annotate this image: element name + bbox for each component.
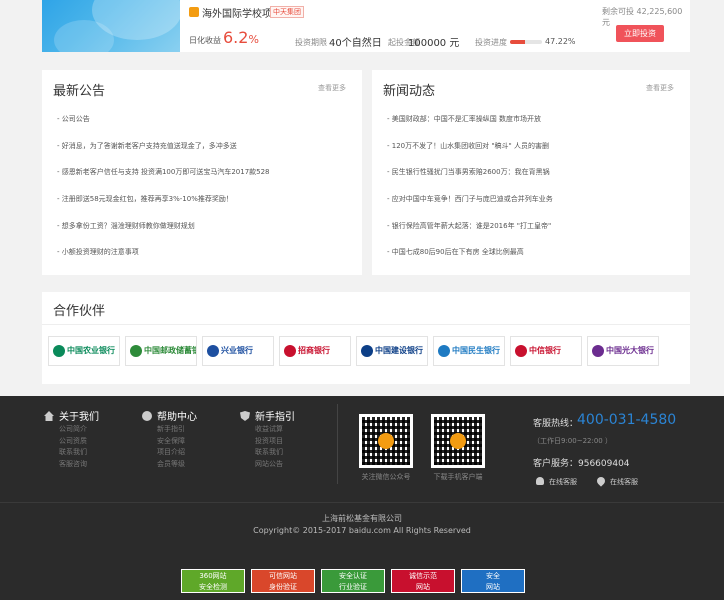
- trust-badges: 360网站 安全检测 可信网站 身份验证 安全认证 行业验证 诚信示范 网站 安全 网站: [181, 569, 531, 593]
- footer-about-title: 关于我们: [59, 412, 99, 423]
- rate-value: 6.2%: [223, 28, 259, 47]
- rate-label: 日化收益: [189, 36, 221, 45]
- app-qr-code: [431, 414, 485, 468]
- app-qr-label: 下载手机客户端: [433, 473, 483, 481]
- notice-item[interactable]: - 好消息，为了答谢新老客户支持充值送现金了，多冲多送: [57, 141, 270, 168]
- trust-badge[interactable]: 安全 网站: [461, 569, 525, 593]
- news-item[interactable]: - 银行保险高管年薪大起落：谁是2016年 "打工皇帝": [387, 221, 553, 248]
- location-pin-icon: [595, 475, 607, 487]
- online-service-link[interactable]: 在线客服: [595, 475, 638, 487]
- progress-value: 47.22%: [545, 37, 576, 46]
- notices-list: - 公司公告 - 好消息，为了答谢新老客户支持充值送现金了，多冲多送 - 感恩新…: [57, 114, 270, 274]
- trust-badge[interactable]: 360网站 安全检测: [181, 569, 245, 593]
- bank-emblem-icon: [361, 345, 373, 357]
- bank-emblem-icon: [284, 345, 296, 357]
- bank-emblem-icon: [438, 345, 450, 357]
- bank-emblem-icon: [515, 345, 527, 357]
- user-icon: [536, 477, 544, 485]
- footer-link[interactable]: 联系我们: [240, 447, 295, 459]
- news-more-link[interactable]: 查看更多: [646, 83, 674, 93]
- bank-emblem-icon: [130, 345, 142, 357]
- bank-emblem-icon: [207, 345, 219, 357]
- footer-link[interactable]: 网站公告: [240, 459, 295, 471]
- news-item[interactable]: - 应对中国中车竞争！西门子与庞巴迪或合并列车业务: [387, 194, 553, 221]
- footer-guide-title: 新手指引: [255, 412, 295, 423]
- partner-logo[interactable]: 中国光大银行: [587, 336, 659, 366]
- notices-title: 最新公告: [53, 84, 106, 99]
- footer-link[interactable]: 投资项目: [240, 436, 295, 448]
- term-label: 投资期限: [295, 38, 327, 47]
- footer-link[interactable]: 项目介绍: [142, 447, 197, 459]
- footer-link[interactable]: 收益试算: [240, 424, 295, 436]
- partner-logos: 中国农业银行中国邮政储蓄银行兴业银行招商银行中国建设银行中国民生银行中信银行中国…: [48, 336, 664, 366]
- footer-about: 关于我们 公司简介 公司资质 联系我们 客服咨询: [44, 408, 99, 470]
- wechat-qr-code: [359, 414, 413, 468]
- bank-emblem-icon: [592, 345, 604, 357]
- news-item[interactable]: - 美国财政部：中国不是汇率操纵国 数度市场开放: [387, 114, 553, 141]
- product-badge: 中天集团: [270, 6, 304, 18]
- amount-value: 100000 元: [408, 38, 460, 49]
- footer-link[interactable]: 联系我们: [44, 447, 99, 459]
- partner-logo[interactable]: 中信银行: [510, 336, 582, 366]
- shield-icon: [240, 411, 250, 421]
- notice-item[interactable]: - 公司公告: [57, 114, 270, 141]
- trust-badge[interactable]: 安全认证 行业验证: [321, 569, 385, 593]
- news-item[interactable]: - 民生银行性骚扰门当事男索赔2600万：我在背黑锅: [387, 167, 553, 194]
- notice-item[interactable]: - 注册即送58元现金红包，推荐再享3%-10%推荐奖励！: [57, 194, 270, 221]
- notice-item[interactable]: - 想多拿份工资？淄淦理财师教你做理财规划: [57, 221, 270, 248]
- progress-bar: [510, 40, 542, 44]
- notice-item[interactable]: - 小额投资理财的注意事项: [57, 247, 270, 274]
- partners-section: 合作伙伴 中国农业银行中国邮政储蓄银行兴业银行招商银行中国建设银行中国民生银行中…: [42, 292, 690, 384]
- footer-link[interactable]: 公司简介: [44, 424, 99, 436]
- invest-button[interactable]: 立即投资: [616, 25, 664, 42]
- customer-service: 客户服务：956609404: [533, 459, 630, 469]
- notices-more-link[interactable]: 查看更多: [318, 83, 346, 93]
- progress-label: 投资进度: [475, 38, 507, 47]
- footer-guide: 新手指引 收益试算 投资项目 联系我们 网站公告: [240, 408, 295, 470]
- footer-link[interactable]: 新手指引: [142, 424, 197, 436]
- copyright: Copyright© 2015-2017 baidu.com All Right…: [253, 526, 471, 535]
- news-item[interactable]: - 120万不发了！山水集团收回对 "稿斗" 人员的害删: [387, 141, 553, 168]
- news-list: - 美国财政部：中国不是汇率操纵国 数度市场开放 - 120万不发了！山水集团收…: [387, 114, 553, 274]
- partners-title: 合作伙伴: [53, 304, 106, 319]
- footer-divider: [337, 404, 338, 484]
- partners-divider: [42, 324, 690, 325]
- product-thumbnail[interactable]: [42, 0, 180, 52]
- project-tag-icon: [189, 7, 199, 17]
- partner-logo[interactable]: 中国建设银行: [356, 336, 428, 366]
- partner-logo[interactable]: 中国农业银行: [48, 336, 120, 366]
- hotline-label: 客服热线：: [533, 419, 579, 429]
- footer-link[interactable]: 客服咨询: [44, 459, 99, 471]
- partner-logo[interactable]: 中国民生银行: [433, 336, 505, 366]
- home-icon: [44, 411, 54, 421]
- hotline-number: 400-031-4580: [577, 412, 677, 428]
- trust-badge[interactable]: 可信网站 身份验证: [251, 569, 315, 593]
- online-service-link[interactable]: 在线客服: [536, 477, 577, 487]
- partner-logo[interactable]: 兴业银行: [202, 336, 274, 366]
- question-icon: [142, 411, 152, 421]
- footer-link[interactable]: 会员等级: [142, 459, 197, 471]
- partner-logo[interactable]: 招商银行: [279, 336, 351, 366]
- trust-badge[interactable]: 诚信示范 网站: [391, 569, 455, 593]
- product-card[interactable]: 海外国际学校项目 中天集团 日化收益 6.2% 投资期限 40个自然日 起投金额…: [42, 0, 690, 52]
- service-hours: （工作日9:00~22:00 ）: [533, 437, 612, 445]
- footer-separator: [0, 502, 724, 503]
- partner-logo[interactable]: 中国邮政储蓄银行: [125, 336, 197, 366]
- notices-panel: 最新公告 查看更多 - 公司公告 - 好消息，为了答谢新老客户支持充值送现金了，…: [42, 70, 362, 275]
- wechat-qr-label: 关注微信公众号: [361, 473, 411, 481]
- bank-emblem-icon: [53, 345, 65, 357]
- term-value: 40个自然日: [329, 38, 382, 49]
- company-name: 上海前松基金有限公司: [322, 514, 402, 523]
- news-title: 新闻动态: [383, 84, 436, 99]
- progress-fill: [510, 40, 526, 44]
- notice-item[interactable]: - 感恩新老客户信任与支持 投资满100万即可送宝马汽车2017款528: [57, 167, 270, 194]
- footer-link[interactable]: 公司资质: [44, 436, 99, 448]
- footer-help-title: 帮助中心: [157, 412, 197, 423]
- footer-help: 帮助中心 新手指引 安全保障 项目介绍 会员等级: [142, 408, 197, 470]
- news-panel: 新闻动态 查看更多 - 美国财政部：中国不是汇率操纵国 数度市场开放 - 120…: [372, 70, 690, 275]
- footer: 关于我们 公司简介 公司资质 联系我们 客服咨询 帮助中心 新手指引 安全保障 …: [0, 396, 724, 600]
- news-item[interactable]: - 中国七成80后90后在下有房 全球比例最高: [387, 247, 553, 274]
- footer-link[interactable]: 安全保障: [142, 436, 197, 448]
